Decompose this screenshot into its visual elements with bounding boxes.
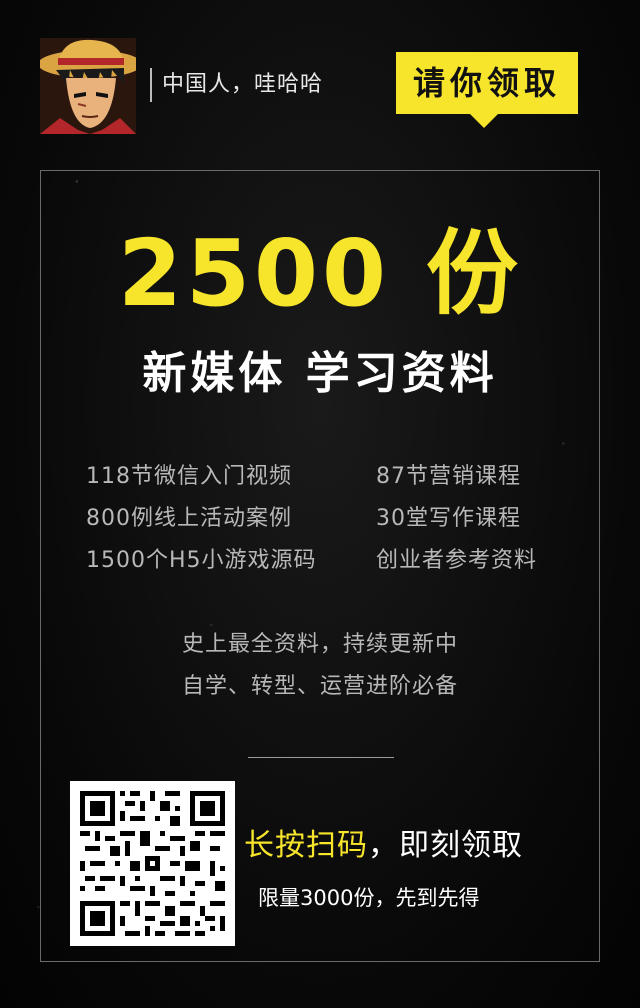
feature-item: 800例线上活动案例 xyxy=(86,506,292,531)
claim-badge-label: 请你领取 xyxy=(412,64,561,102)
scan-rest-text: ，即刻领取 xyxy=(368,828,523,863)
qr-code-icon[interactable] xyxy=(70,781,235,946)
scan-instruction: 长按扫码，即刻领取 xyxy=(244,824,523,868)
scan-highlight-text: 长按扫码 xyxy=(244,828,368,863)
headline-count: 2500 份 xyxy=(117,220,523,327)
tagline: 史上最全资料，持续更新中 自学、转型、运营进阶必备 xyxy=(0,624,640,708)
feature-list: 118节微信入门视频 87节营销课程 800例线上活动案例 30堂写作课程 15… xyxy=(86,456,586,582)
headline-subtitle: 新媒体 学习资料 xyxy=(142,348,498,399)
limit-notice: 限量3000份，先到先得 xyxy=(258,886,480,910)
avatar xyxy=(40,38,136,134)
tagline-line-2: 自学、转型、运营进阶必备 xyxy=(181,674,458,699)
feature-item: 87节营销课程 xyxy=(376,464,521,489)
feature-row: 1500个H5小游戏源码 创业者参考资料 xyxy=(86,540,586,582)
feature-item: 1500个H5小游戏源码 xyxy=(86,548,317,573)
feature-row: 118节微信入门视频 87节营销课程 xyxy=(86,456,586,498)
header-divider xyxy=(150,68,152,102)
feature-item: 创业者参考资料 xyxy=(376,548,538,573)
feature-item: 30堂写作课程 xyxy=(376,506,521,531)
claim-badge-pointer xyxy=(470,114,498,128)
tagline-line-1: 史上最全资料，持续更新中 xyxy=(181,632,458,657)
claim-badge[interactable]: 请你领取 xyxy=(396,52,578,128)
section-divider xyxy=(248,757,394,758)
feature-row: 800例线上活动案例 30堂写作课程 xyxy=(86,498,586,540)
feature-item: 118节微信入门视频 xyxy=(86,464,292,489)
username: 中国人，哇哈哈 xyxy=(162,72,324,97)
